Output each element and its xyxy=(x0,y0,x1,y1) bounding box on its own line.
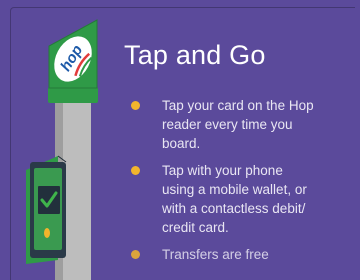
infographic-panel: hop Tap and Go Tap your card on the Hop … xyxy=(0,0,360,280)
bullet-line: with a contactless debit/ xyxy=(162,201,306,216)
bullet-line: Transfers are free xyxy=(162,247,269,262)
reader-light xyxy=(44,228,50,238)
bullet-line: Tap your card on the Hop xyxy=(162,98,314,113)
bullet-line: board. xyxy=(162,136,201,151)
page-title: Tap and Go xyxy=(124,40,266,70)
bullet-line: credit card. xyxy=(162,220,229,235)
card-reader-icon xyxy=(26,155,67,264)
list-item: Transfers are free xyxy=(131,245,355,264)
bullet-line: using a mobile wallet, or xyxy=(162,182,307,197)
list-item: Tap your card on the Hop reader every ti… xyxy=(131,96,355,153)
bullet-line: reader every time you xyxy=(162,117,293,132)
bullet-dot-icon xyxy=(131,250,140,259)
list-item: Tap with your phone using a mobile walle… xyxy=(131,161,355,237)
pole-collar xyxy=(48,87,98,103)
bullet-dot-icon xyxy=(131,166,140,175)
bullet-line: Tap with your phone xyxy=(162,163,283,178)
bullet-list: Tap your card on the Hop reader every ti… xyxy=(131,96,355,264)
bullet-dot-icon xyxy=(131,101,140,110)
